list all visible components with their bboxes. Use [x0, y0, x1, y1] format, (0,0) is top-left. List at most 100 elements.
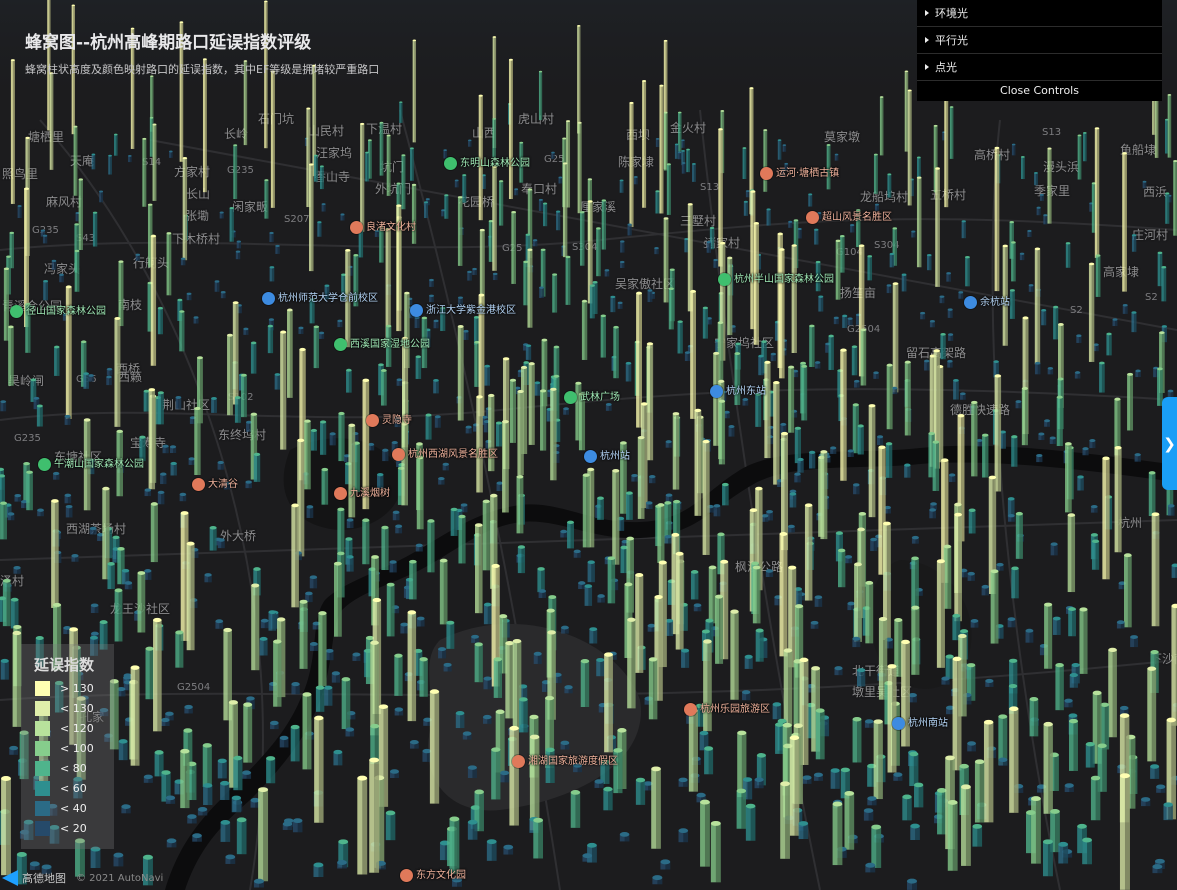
delay-column: [1082, 837, 1092, 865]
delay-column: [317, 221, 322, 237]
delay-column: [1069, 673, 1078, 688]
delay-column: [392, 510, 400, 521]
delay-column: [635, 572, 644, 673]
delay-column: [833, 316, 839, 325]
delay-column: [718, 399, 726, 465]
folder-directional-light[interactable]: 平行光: [917, 27, 1162, 54]
delay-column: [1127, 372, 1134, 431]
delay-column: [1135, 369, 1141, 378]
delay-column: [360, 122, 365, 232]
delay-column: [270, 70, 275, 208]
poi-marker[interactable]: 杭州站: [584, 450, 630, 463]
delay-column: [184, 704, 193, 714]
close-controls-button[interactable]: Close Controls: [917, 81, 1162, 101]
delay-column: [37, 508, 44, 517]
poi-marker[interactable]: 杭州西湖风景名胜区: [392, 448, 498, 461]
poi-marker[interactable]: 杭州乐园旅游区: [684, 703, 770, 716]
delay-column: [911, 605, 920, 675]
folder-point-light[interactable]: 点光: [917, 54, 1162, 81]
poi-marker[interactable]: 西溪国家湿地公园: [334, 338, 430, 351]
delay-column: [1171, 603, 1177, 726]
delay-column: [741, 690, 751, 701]
delay-column: [357, 775, 368, 875]
poi-marker[interactable]: 大清谷: [192, 478, 238, 491]
poi-marker[interactable]: 杭州东站: [710, 385, 766, 398]
delay-column: [175, 395, 182, 410]
side-panel-toggle-button[interactable]: ❯: [1162, 397, 1177, 490]
delay-column: [108, 154, 112, 175]
delay-column: [663, 217, 669, 303]
amap-logo[interactable]: 高德地图: [2, 870, 66, 886]
delay-column: [728, 425, 735, 437]
delay-column: [1011, 143, 1016, 156]
delay-column: [952, 656, 962, 771]
poi-marker[interactable]: 杭州南站: [892, 717, 948, 730]
delay-column: [429, 294, 434, 303]
delay-column: [1052, 616, 1061, 635]
poi-marker[interactable]: 午潮山国家森林公园: [38, 458, 144, 471]
delay-column: [1165, 192, 1170, 224]
poi-marker[interactable]: 九溪烟树: [334, 487, 390, 500]
delay-column: [655, 190, 660, 214]
delay-column: [1065, 442, 1072, 513]
legend-swatch: [35, 701, 50, 716]
scenic-pin-icon: [392, 448, 405, 461]
delay-column: [901, 639, 910, 747]
station-pin-icon: [964, 296, 977, 309]
delay-column: [10, 597, 19, 629]
delay-column: [449, 816, 460, 874]
delay-column: [382, 448, 389, 462]
poi-marker[interactable]: 湘湖国家旅游度假区: [512, 755, 618, 768]
poi-marker[interactable]: 运河·塘栖古镇: [760, 167, 839, 180]
poi-marker[interactable]: 良渚文化村: [350, 221, 416, 234]
delay-column: [0, 474, 6, 503]
map-canvas[interactable]: 塘栖里 天庵 照鸟里 麻风村 S14 长岭 方家村 G235 长山 张墈 闲家畈 下木桥村 S207 G2…: [0, 0, 1177, 890]
delay-column: [1119, 773, 1130, 890]
delay-column: [188, 457, 195, 465]
delay-column: [2, 578, 11, 627]
poi-marker[interactable]: 浙江大学紫金港校区: [410, 304, 516, 317]
delay-column: [844, 790, 855, 850]
delay-column: [53, 471, 60, 480]
delay-column: [1163, 802, 1173, 821]
folder-ambient-light[interactable]: 环境光: [917, 0, 1162, 27]
poi-marker[interactable]: 余杭站: [964, 296, 1010, 309]
delay-column: [204, 573, 212, 583]
delay-column: [152, 123, 157, 201]
delay-column: [565, 255, 571, 305]
delay-column: [503, 844, 514, 855]
delay-column: [49, 72, 54, 170]
delay-column: [433, 319, 439, 329]
poi-marker[interactable]: 超山风景名胜区: [806, 211, 892, 224]
delay-column: [727, 256, 733, 336]
delay-column: [1079, 607, 1088, 674]
delay-column: [1044, 602, 1053, 669]
delay-column: [889, 252, 895, 268]
poi-marker[interactable]: 东明山森林公园: [444, 157, 530, 170]
legend-item: < 20: [35, 821, 87, 836]
poi-marker[interactable]: 径山国家森林公园: [10, 305, 106, 318]
poi-marker[interactable]: 武林广场: [564, 391, 620, 404]
delay-column: [941, 676, 950, 685]
delay-column: [686, 148, 690, 173]
poi-marker[interactable]: 灵隐寺: [366, 414, 412, 427]
delay-column: [1161, 266, 1167, 302]
delay-column: [847, 449, 854, 457]
delay-column: [220, 291, 226, 299]
station-pin-icon: [710, 385, 723, 398]
delay-column: [552, 273, 558, 313]
poi-marker[interactable]: 杭州半山国家森林公园: [718, 273, 834, 286]
delay-column: [1015, 400, 1022, 409]
delay-column: [473, 315, 480, 345]
delay-column: [672, 412, 680, 490]
poi-label: 东明山森林公园: [460, 158, 530, 169]
delay-column: [906, 878, 917, 890]
delay-column: [9, 745, 19, 755]
delay-column: [220, 819, 231, 842]
delay-column: [175, 630, 184, 668]
poi-marker[interactable]: 杭州师范大学仓前校区: [262, 292, 378, 305]
poi-marker[interactable]: 东方文化园: [400, 869, 466, 882]
delay-column: [620, 260, 625, 268]
delay-column: [798, 821, 809, 840]
delay-column: [337, 319, 343, 328]
